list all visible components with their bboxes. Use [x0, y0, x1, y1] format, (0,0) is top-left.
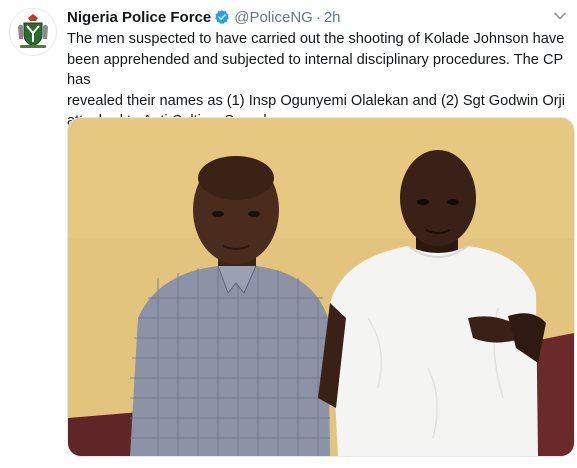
display-name[interactable]: Nigeria Police Force: [67, 9, 211, 26]
chevron-down-icon[interactable]: [553, 9, 567, 23]
police-crest-logo: [10, 9, 56, 55]
user-handle[interactable]: @PoliceNG: [234, 9, 313, 26]
tweet-photo[interactable]: [67, 117, 575, 457]
verified-badge-icon: [214, 9, 230, 25]
timestamp[interactable]: 2h: [324, 9, 341, 26]
separator-dot: ·: [315, 8, 321, 26]
tweet-header: Nigeria Police Force @PoliceNG · 2h: [67, 7, 341, 27]
tweet-text-line: The men suspected to have carried out th…: [67, 31, 565, 47]
avatar[interactable]: [9, 8, 57, 56]
photo-two-men: [68, 118, 574, 456]
tweet-card[interactable]: Nigeria Police Force @PoliceNG · 2h The …: [0, 0, 577, 468]
tweet-text-line: revealed their names as (1) Insp Ogunyem…: [67, 92, 566, 109]
tweet-text-line: been apprehended and subjected to intern…: [67, 51, 563, 89]
